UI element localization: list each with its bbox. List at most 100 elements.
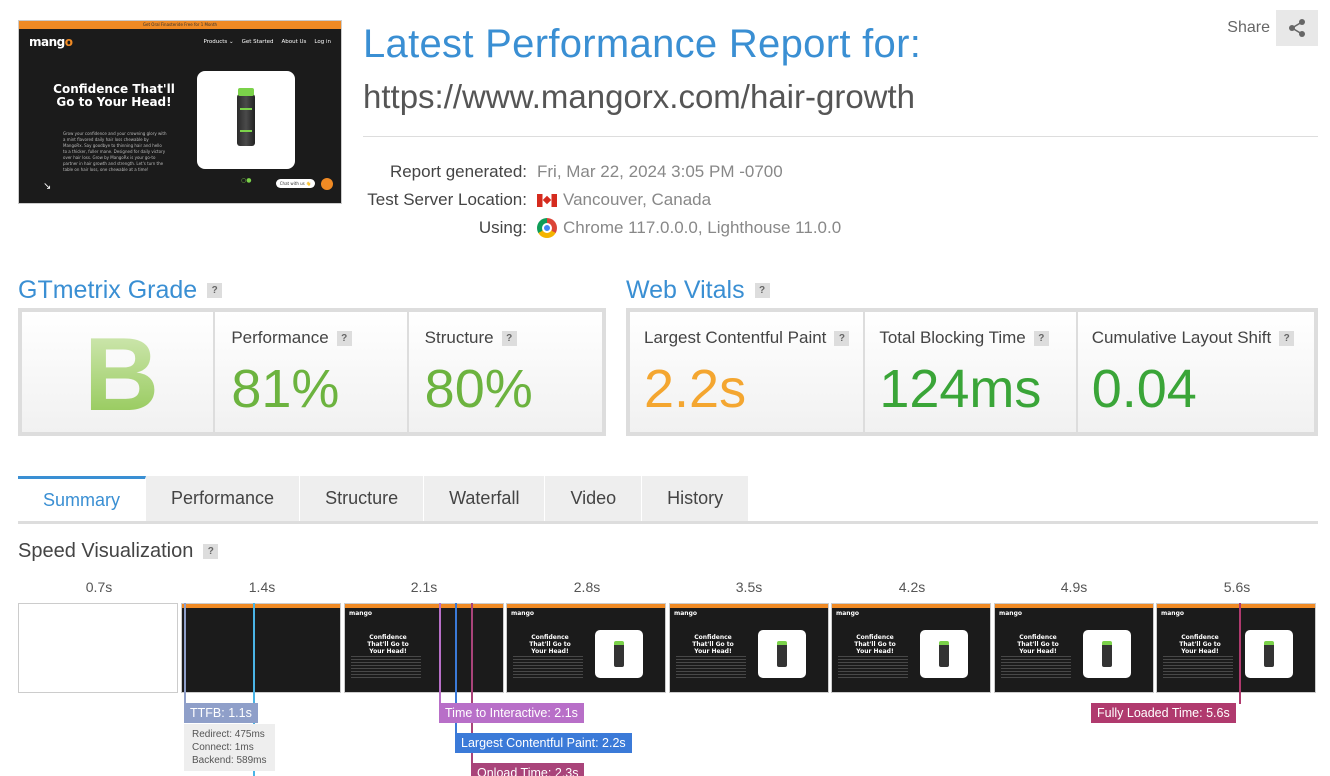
tab-waterfall[interactable]: Waterfall	[424, 476, 546, 521]
browser-text: Chrome 117.0.0.0, Lighthouse 11.0.0	[563, 218, 842, 237]
meta-report-generated: Report generated: Fri, Mar 22, 2024 3:05…	[363, 158, 841, 186]
ttfb-start-line	[184, 603, 186, 704]
fully-loaded-line	[1239, 603, 1241, 704]
help-icon[interactable]: ?	[501, 330, 517, 346]
mango-logo: mango	[999, 610, 1022, 617]
lcp-marker[interactable]: Largest Contentful Paint: 2.2s	[455, 733, 632, 753]
meta-value: Vancouver, Canada	[537, 190, 711, 210]
mango-logo: mango	[674, 610, 697, 617]
grade-letter: B	[84, 317, 160, 433]
label-text: Performance	[231, 328, 329, 347]
chat-bubble: Chat with us 👋	[275, 179, 315, 188]
meta-label: Test Server Location:	[367, 190, 527, 209]
onload-marker[interactable]: Onload Time: 2.3s	[471, 763, 585, 776]
structure-value: 80%	[424, 359, 533, 419]
label-text: Structure	[424, 328, 494, 347]
label-text: Cumulative Layout Shift	[1091, 328, 1272, 347]
filmstrip-frame[interactable]	[18, 603, 178, 693]
web-vitals-panel: Largest Contentful Paint? 2.2s Total Blo…	[626, 308, 1318, 436]
filmstrip-frame[interactable]: mango Confidence That'll Go to Your Head!	[994, 603, 1154, 693]
ttfb-connect: Connect: 1ms	[192, 742, 254, 753]
performance-cell: Performance? 81%	[215, 312, 407, 432]
ttfb-redirect: Redirect: 475ms	[192, 729, 265, 740]
cls-value: 0.04	[1091, 359, 1197, 419]
tab-history[interactable]: History	[642, 476, 750, 521]
frame-hero: Confidence That'll Go to Your Head!	[367, 634, 409, 655]
report-title: Latest Performance Report for:	[363, 22, 922, 66]
help-icon[interactable]: ?	[336, 330, 352, 346]
meta-label: Using:	[478, 218, 527, 237]
help-icon[interactable]: ?	[1033, 330, 1049, 346]
product-bottle-icon	[1264, 641, 1274, 667]
performance-value: 81%	[231, 359, 340, 419]
report-url[interactable]: https://www.mangorx.com/hair-growth	[363, 78, 915, 116]
speed-visualization-heading: Speed Visualization ?	[18, 540, 219, 563]
time-label: 2.8s	[573, 579, 601, 595]
heading-text: Web Vitals	[626, 276, 745, 304]
fully-loaded-marker[interactable]: Fully Loaded Time: 5.6s	[1091, 703, 1236, 723]
time-label: 4.9s	[1060, 579, 1088, 595]
help-icon[interactable]: ?	[754, 283, 770, 298]
help-icon[interactable]: ?	[207, 283, 223, 298]
nav-about-us: About Us	[281, 39, 307, 45]
carousel-dots-icon: ○●	[241, 177, 252, 184]
report-meta: Report generated: Fri, Mar 22, 2024 3:05…	[363, 158, 841, 242]
filmstrip-frame[interactable]: mango Confidence That'll Go to Your Head!	[1156, 603, 1316, 693]
frame-hero: Confidence That'll Go to Your Head!	[1017, 634, 1059, 655]
structure-cell: Structure? 80%	[408, 312, 602, 432]
help-icon[interactable]: ?	[203, 544, 219, 559]
filmstrip-frame[interactable]: mango Confidence That'll Go to Your Head!	[506, 603, 666, 693]
lcp-cell: Largest Contentful Paint? 2.2s	[630, 312, 864, 432]
nav-log-in: Log in	[314, 39, 331, 45]
filmstrip-times: 0.7s 1.4s 2.1s 2.8s 3.5s 4.2s 4.9s 5.6s	[18, 579, 1318, 597]
filmstrip-frame[interactable]: mango Confidence That'll Go to Your Head!	[831, 603, 991, 693]
time-label: 0.7s	[85, 579, 113, 595]
share-icon	[1289, 19, 1305, 37]
tbt-cell: Total Blocking Time? 124ms	[865, 312, 1076, 432]
share-label: Share	[1227, 19, 1270, 36]
frame-hero: Confidence That'll Go to Your Head!	[529, 634, 571, 655]
structure-label: Structure?	[425, 328, 517, 348]
time-label: 5.6s	[1223, 579, 1251, 595]
meta-label: Report generated:	[389, 162, 527, 181]
tti-marker[interactable]: Time to Interactive: 2.1s	[439, 703, 584, 723]
filmstrip-frame[interactable]	[181, 603, 341, 693]
product-bottle-icon	[1102, 641, 1112, 667]
tab-structure[interactable]: Structure	[300, 476, 425, 521]
ttfb-marker[interactable]: TTFB: 1.1s	[184, 703, 258, 723]
tab-video[interactable]: Video	[545, 476, 643, 521]
web-vitals-heading: Web Vitals ?	[626, 276, 770, 305]
product-bottle-icon	[777, 641, 787, 667]
help-icon[interactable]: ?	[1279, 330, 1295, 346]
arrow-down-right-icon: ↘	[43, 181, 52, 192]
lcp-value: 2.2s	[644, 359, 747, 419]
page-screenshot-thumbnail[interactable]: Get Oral Finasteride Free for 1 Month ma…	[18, 20, 342, 204]
mango-logo: mango	[836, 610, 859, 617]
ttfb-backend: Backend: 589ms	[192, 755, 267, 766]
cls-label: Cumulative Layout Shift?	[1092, 328, 1295, 348]
chat-icon	[321, 178, 333, 190]
tab-summary[interactable]: Summary	[18, 476, 147, 521]
nav-get-started: Get Started	[241, 39, 274, 45]
frame-hero: Confidence That'll Go to Your Head!	[1179, 634, 1221, 655]
heading-text: GTmetrix Grade	[18, 276, 198, 304]
meta-value: Fri, Mar 22, 2024 3:05 PM -0700	[537, 162, 783, 181]
thumbnail-nav-links: Products ⌄ Get Started About Us Log in	[204, 39, 331, 45]
tbt-label: Total Blocking Time?	[879, 328, 1049, 348]
frame-hero: Confidence That'll Go to Your Head!	[692, 634, 734, 655]
grade-cell: B	[22, 312, 214, 433]
cls-cell: Cumulative Layout Shift? 0.04	[1077, 312, 1314, 432]
share-button[interactable]	[1276, 10, 1318, 46]
product-card	[197, 71, 295, 169]
thumbnail-nav: mango Products ⌄ Get Started About Us Lo…	[29, 35, 331, 49]
chrome-icon	[537, 218, 557, 238]
filmstrip-frame[interactable]: mango Confidence That'll Go to Your Head!	[344, 603, 504, 693]
help-icon[interactable]: ?	[834, 330, 850, 346]
tab-performance[interactable]: Performance	[146, 476, 301, 521]
tti-line	[439, 603, 441, 704]
divider	[363, 136, 1318, 137]
gtmetrix-grade-panel: B Performance? 81% Structure? 80%	[18, 308, 606, 436]
product-bottle-icon	[237, 88, 255, 146]
filmstrip-frame[interactable]: mango Confidence That'll Go to Your Head!	[669, 603, 829, 693]
time-label: 1.4s	[248, 579, 276, 595]
